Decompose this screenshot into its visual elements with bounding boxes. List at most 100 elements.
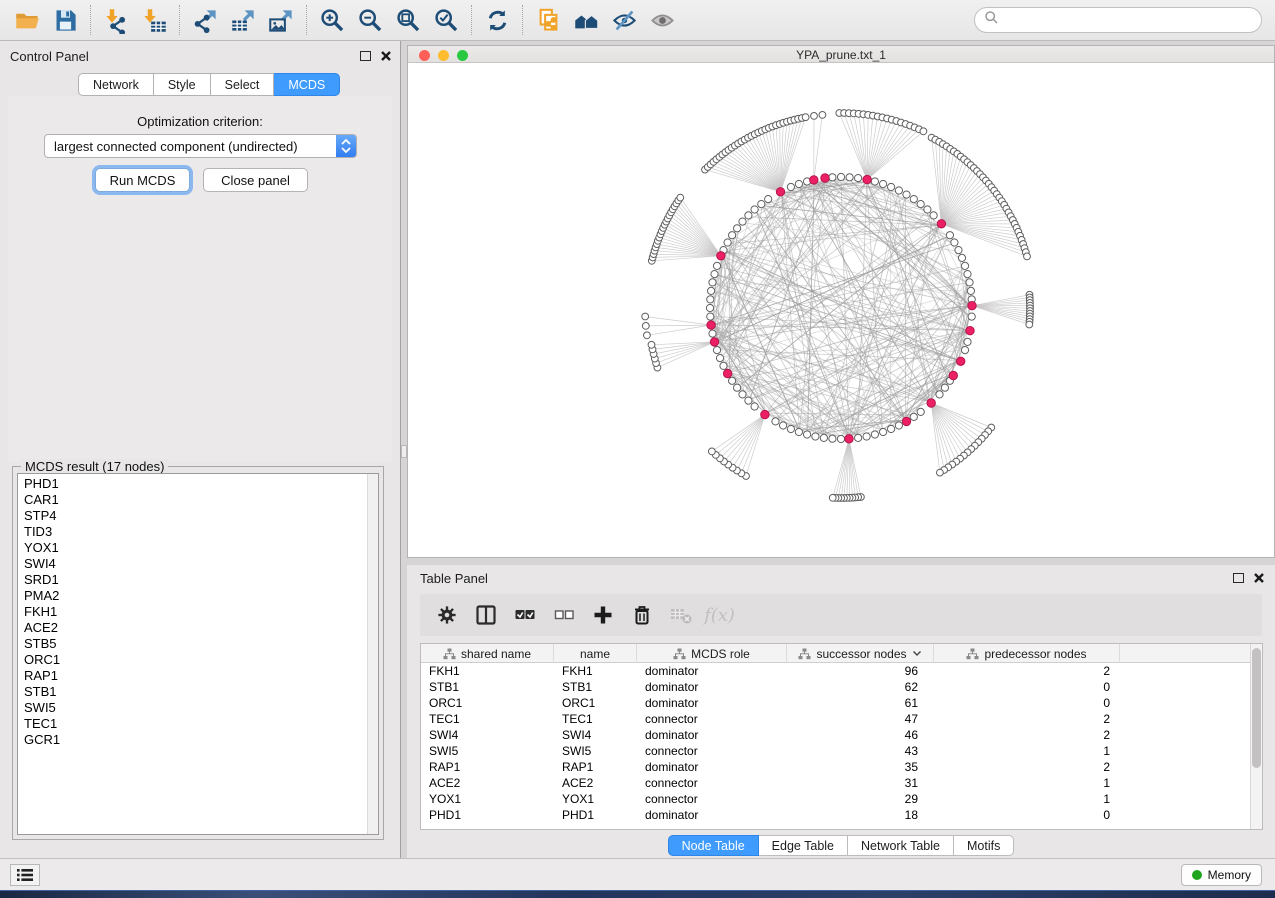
table-row[interactable]: YOX1YOX1connector291 bbox=[421, 791, 1250, 807]
table-cell: STB1 bbox=[421, 679, 554, 695]
mcds-result-title: MCDS result (17 nodes) bbox=[21, 459, 168, 474]
table-cell: SWI5 bbox=[554, 743, 637, 759]
table-row[interactable]: ACE2ACE2connector311 bbox=[421, 775, 1250, 791]
deselect-all-rows-icon[interactable] bbox=[547, 598, 580, 632]
table-toolbar: f(x) bbox=[420, 594, 1262, 636]
clone-network-icon[interactable] bbox=[529, 3, 567, 37]
mcds-result-item[interactable]: PMA2 bbox=[18, 588, 378, 604]
table-row[interactable]: SWI4SWI4dominator462 bbox=[421, 727, 1250, 743]
table-cell: 2 bbox=[934, 663, 1120, 679]
import-table-icon[interactable] bbox=[135, 3, 173, 37]
export-network-icon[interactable] bbox=[186, 3, 224, 37]
mcds-result-item[interactable]: STB1 bbox=[18, 684, 378, 700]
hide-selected-icon[interactable] bbox=[605, 3, 643, 37]
table-cell: ACE2 bbox=[554, 775, 637, 791]
table-row[interactable]: ORC1ORC1dominator610 bbox=[421, 695, 1250, 711]
table-cell: SWI4 bbox=[421, 727, 554, 743]
refresh-icon[interactable] bbox=[478, 3, 516, 37]
open-file-icon[interactable] bbox=[8, 3, 46, 37]
zoom-fit-icon[interactable] bbox=[389, 3, 427, 37]
float-table-panel-icon[interactable] bbox=[1233, 573, 1244, 583]
table-cell: 62 bbox=[787, 679, 934, 695]
table-row[interactable]: TEC1TEC1connector472 bbox=[421, 711, 1250, 727]
network-graph-canvas[interactable] bbox=[408, 63, 1274, 557]
mcds-result-item[interactable]: TEC1 bbox=[18, 716, 378, 732]
table-row[interactable]: PHD1PHD1dominator180 bbox=[421, 807, 1250, 823]
mcds-result-item[interactable]: ORC1 bbox=[18, 652, 378, 668]
first-neighbors-icon[interactable] bbox=[567, 3, 605, 37]
add-column-icon[interactable] bbox=[586, 598, 619, 632]
zoom-out-icon[interactable] bbox=[351, 3, 389, 37]
table-scrollbar[interactable] bbox=[1250, 644, 1262, 829]
network-window-titlebar[interactable]: YPA_prune.txt_1 bbox=[408, 46, 1274, 63]
close-panel-button[interactable]: Close panel bbox=[203, 168, 308, 192]
mcds-result-item[interactable]: STP4 bbox=[18, 508, 378, 524]
column-header-filler bbox=[1120, 644, 1250, 663]
mcds-result-item[interactable]: GCR1 bbox=[18, 732, 378, 748]
table-cell: dominator bbox=[637, 807, 787, 823]
tab-style[interactable]: Style bbox=[154, 73, 211, 96]
mcds-result-item[interactable]: STB5 bbox=[18, 636, 378, 652]
tab-network[interactable]: Network bbox=[78, 73, 154, 96]
mcds-result-item[interactable]: ACE2 bbox=[18, 620, 378, 636]
tab-motifs[interactable]: Motifs bbox=[954, 835, 1014, 856]
mcds-result-item[interactable]: FKH1 bbox=[18, 604, 378, 620]
tab-node-table[interactable]: Node Table bbox=[668, 835, 759, 856]
table-cell: 61 bbox=[787, 695, 934, 711]
show-columns-icon[interactable] bbox=[469, 598, 502, 632]
mcds-result-item[interactable]: SWI5 bbox=[18, 700, 378, 716]
table-row[interactable]: RAP1RAP1dominator352 bbox=[421, 759, 1250, 775]
tab-network-table[interactable]: Network Table bbox=[848, 835, 954, 856]
toolbar-separator bbox=[306, 5, 307, 35]
tab-select[interactable]: Select bbox=[211, 73, 275, 96]
search-input[interactable] bbox=[1004, 13, 1261, 28]
show-all-icon[interactable] bbox=[643, 3, 681, 37]
column-label: MCDS role bbox=[691, 647, 750, 661]
column-header-MCDS-role[interactable]: MCDS role bbox=[637, 644, 787, 663]
column-header-name[interactable]: name bbox=[554, 644, 637, 663]
close-panel-icon[interactable] bbox=[380, 50, 392, 62]
export-image-icon[interactable] bbox=[262, 3, 300, 37]
table-scrollbar-thumb[interactable] bbox=[1252, 648, 1261, 768]
mcds-result-list[interactable]: PHD1CAR1STP4TID3YOX1SWI4SRD1PMA2FKH1ACE2… bbox=[17, 473, 379, 835]
table-cell: 1 bbox=[934, 775, 1120, 791]
run-mcds-button[interactable]: Run MCDS bbox=[95, 168, 190, 192]
table-row[interactable]: SWI5SWI5connector431 bbox=[421, 743, 1250, 759]
column-header-shared-name[interactable]: shared name bbox=[421, 644, 554, 663]
mcds-result-item[interactable]: RAP1 bbox=[18, 668, 378, 684]
table-cell: dominator bbox=[637, 695, 787, 711]
table-tabs: Node TableEdge TableNetwork TableMotifs bbox=[407, 835, 1275, 856]
save-session-icon[interactable] bbox=[46, 3, 84, 37]
mcds-result-item[interactable]: PHD1 bbox=[18, 476, 378, 492]
mcds-result-item[interactable]: TID3 bbox=[18, 524, 378, 540]
table-settings-icon[interactable] bbox=[430, 598, 463, 632]
import-network-icon[interactable] bbox=[97, 3, 135, 37]
mcds-result-item[interactable]: CAR1 bbox=[18, 492, 378, 508]
export-table-icon[interactable] bbox=[224, 3, 262, 37]
float-panel-icon[interactable] bbox=[360, 51, 371, 61]
mcds-result-item[interactable]: SRD1 bbox=[18, 572, 378, 588]
table-cell: ORC1 bbox=[421, 695, 554, 711]
zoom-in-icon[interactable] bbox=[313, 3, 351, 37]
zoom-selected-icon[interactable] bbox=[427, 3, 465, 37]
delete-column-icon[interactable] bbox=[625, 598, 658, 632]
memory-button[interactable]: Memory bbox=[1181, 864, 1262, 886]
result-list-scrollbar[interactable] bbox=[367, 474, 378, 834]
tab-edge-table[interactable]: Edge Table bbox=[759, 835, 848, 856]
optimization-dropdown[interactable]: largest connected component (undirected) bbox=[44, 134, 357, 158]
select-all-rows-icon[interactable] bbox=[508, 598, 541, 632]
table-cell: RAP1 bbox=[421, 759, 554, 775]
column-label: shared name bbox=[461, 647, 531, 661]
task-history-button[interactable] bbox=[10, 864, 40, 886]
column-header-predecessor-nodes[interactable]: predecessor nodes bbox=[934, 644, 1120, 663]
table-row[interactable]: FKH1FKH1dominator962 bbox=[421, 663, 1250, 679]
search-box[interactable] bbox=[974, 7, 1262, 33]
search-icon bbox=[984, 10, 999, 30]
close-table-panel-icon[interactable] bbox=[1253, 572, 1265, 584]
tab-mcds[interactable]: MCDS bbox=[274, 73, 340, 96]
mcds-result-item[interactable]: SWI4 bbox=[18, 556, 378, 572]
column-header-successor-nodes[interactable]: successor nodes bbox=[787, 644, 934, 663]
table-row[interactable]: STB1STB1dominator620 bbox=[421, 679, 1250, 695]
table-cell: 46 bbox=[787, 727, 934, 743]
mcds-result-item[interactable]: YOX1 bbox=[18, 540, 378, 556]
